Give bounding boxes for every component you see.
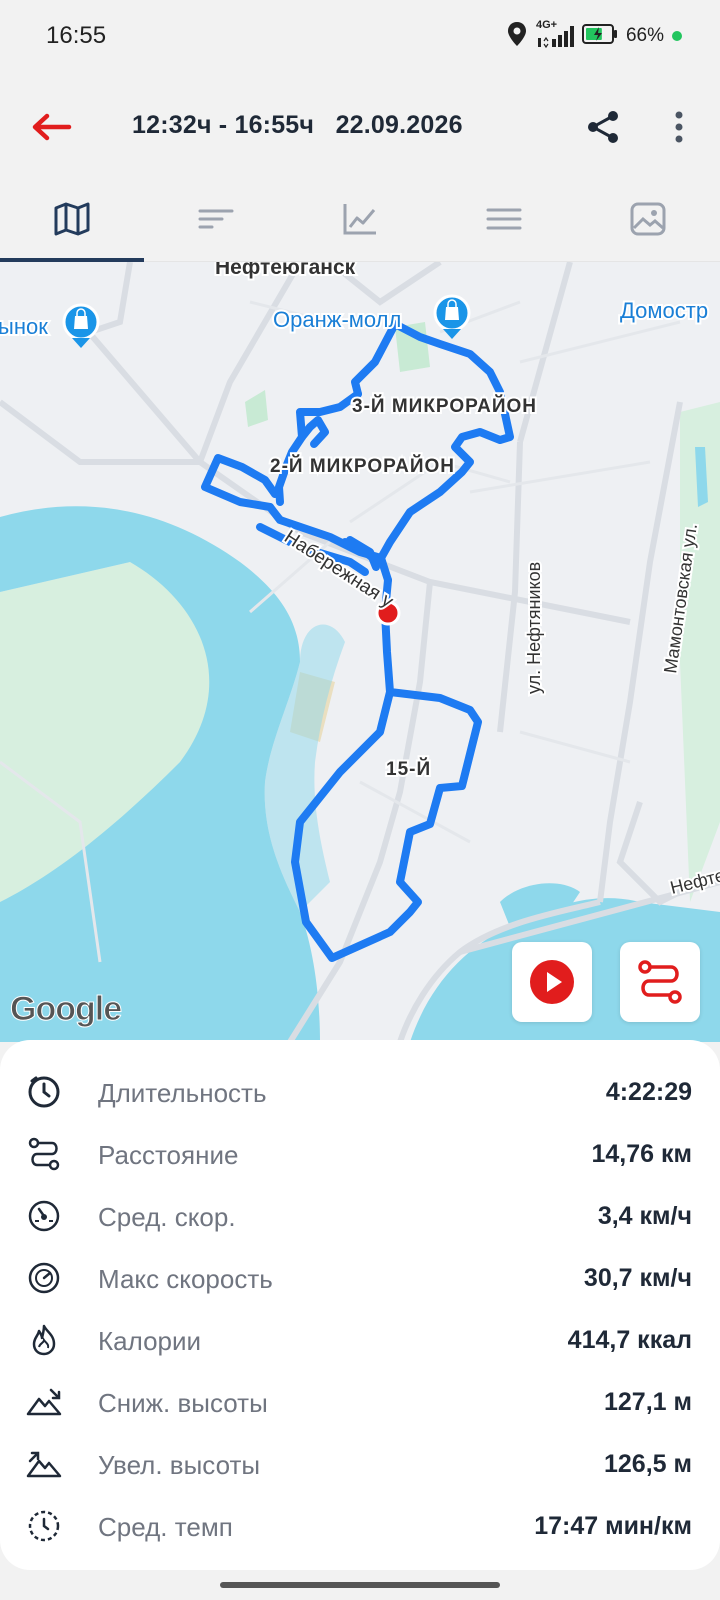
play-icon <box>530 960 574 1004</box>
route-icon <box>638 960 682 1004</box>
tab-charts[interactable] <box>288 176 432 261</box>
pace-icon <box>26 1508 62 1544</box>
district-2-label: 2-Й МИКРОРАЙОН <box>270 455 455 477</box>
stat-row-distance: Расстояние 14,76 км <box>0 1124 720 1186</box>
stat-value: 14,76 км <box>591 1140 692 1168</box>
signal-icon: 4G+ <box>536 19 574 51</box>
stat-row-pace: Сред. темп 17:47 мин/км <box>0 1496 720 1558</box>
poi-label-left: ынок <box>0 314 48 339</box>
stat-value: 30,7 км/ч <box>583 1264 692 1292</box>
stat-label: Калории <box>98 1326 202 1356</box>
stat-value: 17:47 мин/км <box>534 1512 692 1540</box>
stat-row-max-speed: Макс скорость 30,7 км/ч <box>0 1248 720 1310</box>
share-icon <box>588 111 618 143</box>
stat-label: Увел. высоты <box>98 1450 261 1480</box>
stat-value: 4:22:29 <box>605 1078 692 1106</box>
stat-row-descent: Сниж. высоты 127,1 м <box>0 1372 720 1434</box>
back-button[interactable] <box>26 102 76 152</box>
map-view[interactable]: Нефтеюганск ынок Оранж-молл Домостр 3-Й … <box>0 262 720 1042</box>
chart-icon <box>343 203 376 234</box>
elevation-up-icon <box>26 1446 62 1482</box>
battery-percent: 66% <box>625 25 664 46</box>
route-toggle-button[interactable] <box>620 942 700 1022</box>
privacy-dot-icon <box>672 31 682 41</box>
location-icon <box>506 21 528 52</box>
city-label: Нефтеюганск <box>215 262 356 279</box>
stat-row-avg-speed: Сред. скор. 3,4 км/ч <box>0 1186 720 1248</box>
stat-value: 3,4 км/ч <box>597 1202 692 1230</box>
stat-label: Расстояние <box>98 1140 239 1170</box>
clock-icon <box>26 1074 62 1110</box>
stats-panel: Длительность 4:22:29 Расстояние 14,76 км… <box>0 1040 720 1570</box>
stat-label: Сред. скор. <box>98 1202 236 1232</box>
max-speed-icon <box>26 1260 62 1296</box>
stat-label: Макс скорость <box>98 1264 273 1294</box>
tab-photos[interactable] <box>576 176 720 261</box>
home-indicator[interactable] <box>220 1582 500 1588</box>
stat-value: 127,1 м <box>603 1388 692 1416</box>
sort-lines-icon <box>198 209 234 228</box>
stat-value: 414,7 ккал <box>567 1326 692 1354</box>
status-icons: 4G+ 66% <box>506 18 682 54</box>
share-button[interactable] <box>580 104 626 150</box>
stat-value: 126,5 м <box>603 1450 692 1478</box>
status-bar: 16:55 4G+ 66% <box>0 0 720 72</box>
map-canvas: Нефтеюганск ынок Оранж-молл Домостр 3-Й … <box>0 262 720 1042</box>
district-15-label: 15-Й <box>386 758 431 780</box>
flame-icon <box>26 1322 62 1358</box>
page-title: 12:32ч - 16:55ч 22.09.2026 <box>132 111 463 139</box>
stat-row-calories: Калории 414,7 ккал <box>0 1310 720 1372</box>
stat-label: Длительность <box>98 1078 267 1108</box>
speedometer-icon <box>26 1198 62 1234</box>
tab-bar <box>0 176 720 262</box>
play-replay-button[interactable] <box>512 942 592 1022</box>
stat-row-duration: Длительность 4:22:29 <box>0 1062 720 1124</box>
stat-label: Сред. темп <box>98 1512 233 1542</box>
more-vertical-icon <box>675 111 683 143</box>
more-options-button[interactable] <box>656 104 702 150</box>
street-label-neftyanikov: ул. Нефтяников <box>524 562 544 694</box>
tab-map[interactable] <box>0 176 144 262</box>
menu-icon <box>486 208 522 229</box>
poi-label-mall: Оранж-молл <box>273 307 401 332</box>
status-time: 16:55 <box>46 22 107 49</box>
elevation-down-icon <box>26 1384 62 1420</box>
poi-label-right: Домостр <box>620 298 708 323</box>
battery-icon <box>581 23 618 50</box>
district-3-label: 3-Й МИКРОРАЙОН <box>352 395 537 417</box>
stat-row-ascent: Увел. высоты 126,5 м <box>0 1434 720 1496</box>
map-icon <box>54 202 90 235</box>
photo-icon <box>630 202 666 235</box>
arrow-left-icon <box>32 113 72 141</box>
stat-label: Сниж. высоты <box>98 1388 268 1418</box>
google-attribution: Google <box>9 990 122 1029</box>
tab-segments[interactable] <box>144 176 288 261</box>
route-distance-icon <box>26 1136 62 1172</box>
app-bar: 12:32ч - 16:55ч 22.09.2026 <box>0 80 720 172</box>
tab-details[interactable] <box>432 176 576 261</box>
